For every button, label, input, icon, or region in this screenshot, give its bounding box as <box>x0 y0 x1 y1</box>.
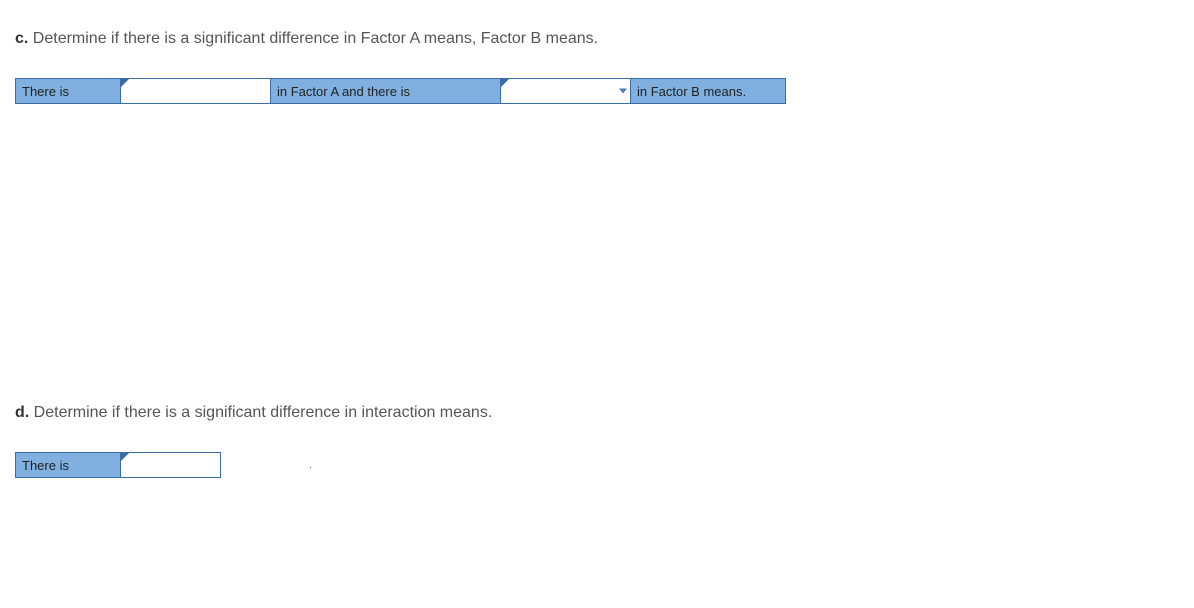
dropdown-factor-a[interactable] <box>121 78 271 104</box>
text-cell-there-is-d: There is <box>15 452 121 478</box>
question-d-text: Determine if there is a significant diff… <box>34 404 493 421</box>
corner-triangle-icon <box>121 79 129 87</box>
dropdown-factor-b[interactable] <box>501 78 631 104</box>
spacer <box>15 144 1179 404</box>
period-cell: . <box>309 460 316 471</box>
question-d-block: d. Determine if there is a significant d… <box>15 404 1179 478</box>
question-d-label: d. <box>15 404 29 421</box>
dropdown-interaction[interactable]: . <box>121 452 221 478</box>
question-c-answer-row: There is in Factor A and there is in Fac… <box>15 78 1179 104</box>
text-cell-there-is: There is <box>15 78 121 104</box>
dropdown-interaction-input[interactable] <box>121 453 309 477</box>
dropdown-factor-b-input[interactable] <box>501 79 689 103</box>
corner-triangle-icon <box>501 79 509 87</box>
question-c-block: c. Determine if there is a significant d… <box>15 30 1179 104</box>
dropdown-factor-a-input[interactable] <box>121 79 309 103</box>
question-d-answer-row: There is . <box>15 452 1179 478</box>
question-c-prompt: c. Determine if there is a significant d… <box>15 30 1179 48</box>
question-c-text: Determine if there is a significant diff… <box>33 30 598 47</box>
question-d-prompt: d. Determine if there is a significant d… <box>15 404 1179 422</box>
chevron-down-icon <box>619 89 627 94</box>
corner-triangle-icon <box>121 453 129 461</box>
question-c-label: c. <box>15 30 28 47</box>
